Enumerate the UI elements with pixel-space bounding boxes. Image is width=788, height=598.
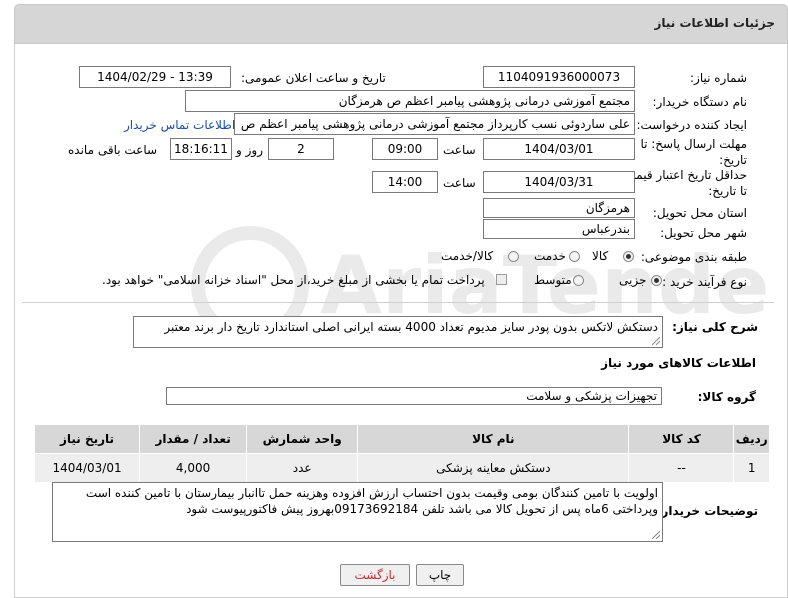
- city-label: شهر محل تحویل:: [660, 226, 747, 240]
- description-textarea[interactable]: دستکش لاتکس بدون پودر سایز مدیوم تعداد 4…: [133, 316, 663, 348]
- price-deadline-label-2: تا تاریخ:: [708, 184, 747, 198]
- buyer-org-field: مجتمع آموزشی درمانی پژوهشی پیامبر اعظم ص…: [185, 90, 635, 112]
- contact-info-link[interactable]: اطلاعات تماس خریدار: [124, 118, 235, 132]
- col-row-number: ردیف: [733, 424, 770, 454]
- print-button[interactable]: چاپ: [416, 564, 464, 586]
- goods-info-title: اطلاعات کالاهای مورد نیاز: [601, 356, 756, 370]
- city-field: بندرعباس: [483, 219, 635, 239]
- table-header-row: ردیف کد کالا نام کالا واحد شمارش تعداد /…: [33, 424, 770, 454]
- table-row[interactable]: 1 -- دستکش معاینه پزشکی عدد 4,000 1404/0…: [33, 453, 770, 483]
- col-item-code: کد کالا: [628, 424, 735, 454]
- price-date-field: 1404/03/31: [483, 171, 635, 193]
- need-number-label: شماره نیاز:: [690, 71, 747, 85]
- col-quantity: تعداد / مقدار: [139, 424, 248, 454]
- days-label: روز و: [236, 143, 263, 157]
- category-option-goods-service: کالا/خدمت: [441, 249, 494, 263]
- buyer-notes-text: اولویت با تامین کنندگان بومی وقیمت بدون …: [85, 486, 658, 516]
- requester-field: علی ساردوئی نسب کارپرداز مجتمع آموزشی در…: [234, 113, 635, 135]
- process-label: نوع فرآیند خرید :: [662, 275, 747, 289]
- buyer-org-label: نام دستگاه خریدار:: [652, 95, 748, 109]
- goods-group-field: تجهیزات پزشکی و سلامت: [166, 387, 662, 405]
- goods-group-label: گروه کالا:: [697, 390, 756, 404]
- price-time-field: 14:00: [372, 171, 438, 193]
- payment-note: پرداخت تمام یا بخشی از مبلغ خرید،از محل …: [102, 273, 485, 287]
- remaining-time-label: ساعت باقی مانده: [68, 143, 158, 157]
- col-need-date: تاریخ نیاز: [33, 424, 141, 454]
- buyer-notes-label: توضیحات خریدار:: [656, 504, 758, 518]
- cell-row-number: 1: [733, 453, 770, 483]
- process-radio-medium[interactable]: [573, 275, 584, 286]
- divider: [22, 302, 774, 303]
- description-label: شرح کلی نیاز:: [672, 320, 758, 334]
- cell-quantity: 4,000: [139, 453, 248, 483]
- reply-deadline-label: مهلت ارسال پاسخ: تا: [640, 137, 747, 151]
- col-unit: واحد شمارش: [246, 424, 359, 454]
- resize-grip-icon[interactable]: [652, 531, 660, 539]
- cell-need-date: 1404/03/01: [33, 453, 141, 483]
- description-text: دستکش لاتکس بدون پودر سایز مدیوم تعداد 4…: [164, 320, 658, 334]
- payment-checkbox[interactable]: [496, 274, 507, 285]
- page: جزئیات اطلاعات نیاز AriaTender.net شماره…: [0, 0, 788, 598]
- back-button[interactable]: بازگشت: [340, 564, 410, 586]
- category-radio-goods[interactable]: [623, 251, 634, 262]
- need-number-field: 1104091936000073: [483, 66, 635, 88]
- announce-label: تاریخ و ساعت اعلان عمومی:: [241, 71, 386, 85]
- reply-date-field: 1404/03/01: [483, 138, 635, 160]
- items-table: ردیف کد کالا نام کالا واحد شمارش تعداد /…: [33, 424, 770, 483]
- category-option-service: خدمت: [534, 249, 566, 263]
- category-option-goods: کالا: [592, 249, 609, 263]
- province-field: هرمزگان: [483, 198, 635, 218]
- announce-field: 1404/02/29 - 13:39: [79, 66, 231, 88]
- province-label: استان محل تحویل:: [652, 206, 747, 220]
- page-header: جزئیات اطلاعات نیاز: [14, 4, 788, 44]
- cell-item-code: --: [628, 453, 735, 483]
- category-label: طبقه بندی موضوعی:: [640, 250, 747, 264]
- reply-time-field: 09:00: [372, 138, 438, 160]
- price-time-label: ساعت: [443, 176, 476, 190]
- cell-item-name: دستکش معاینه پزشکی: [357, 453, 630, 483]
- requester-label: ایجاد کننده درخواست:: [636, 118, 747, 132]
- cell-unit: عدد: [246, 453, 359, 483]
- days-field: 2: [268, 138, 334, 160]
- buyer-notes-textarea[interactable]: اولویت با تامین کنندگان بومی وقیمت بدون …: [52, 482, 663, 542]
- resize-grip-icon[interactable]: [652, 337, 660, 345]
- remaining-time-field: 18:16:11: [170, 138, 232, 160]
- price-deadline-label: حداقل تاریخ اعتبار قیمت:: [620, 168, 747, 182]
- col-item-name: نام کالا: [357, 424, 630, 454]
- reply-deadline-label-2: تاریخ:: [719, 153, 747, 167]
- process-option-partial: جزیی: [619, 273, 647, 287]
- reply-time-label: ساعت: [443, 143, 476, 157]
- category-radio-goods-service[interactable]: [508, 251, 519, 262]
- page-title: جزئیات اطلاعات نیاز: [654, 16, 775, 30]
- process-radio-partial[interactable]: [651, 275, 662, 286]
- process-option-medium: متوسط: [534, 273, 572, 287]
- category-radio-service[interactable]: [569, 251, 580, 262]
